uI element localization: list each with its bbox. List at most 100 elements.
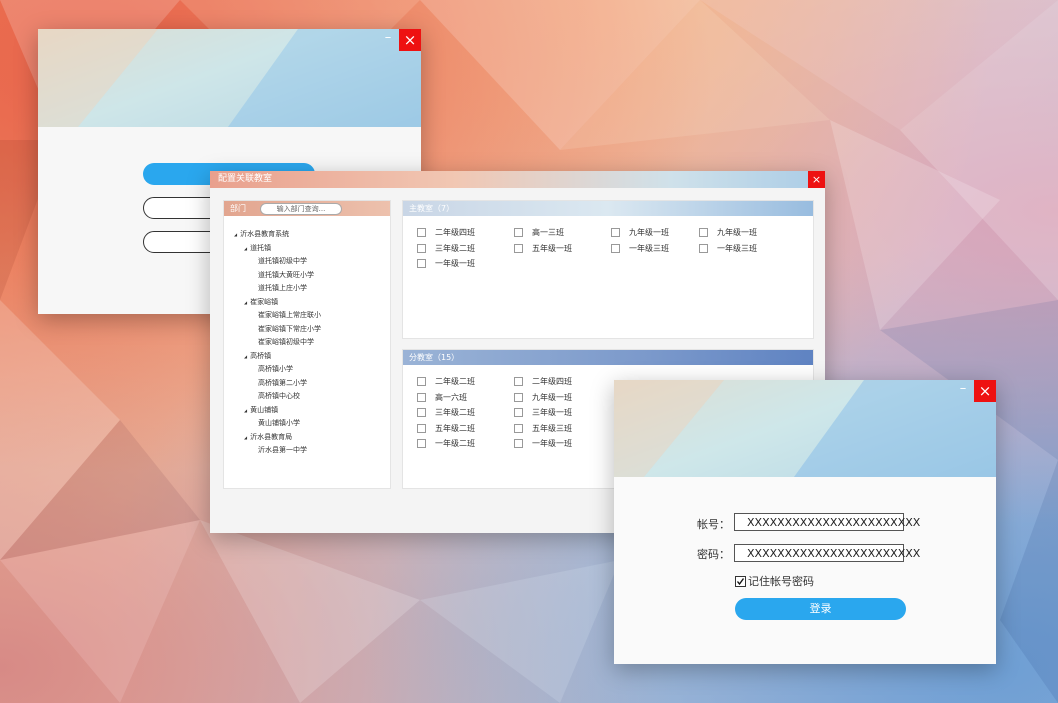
tree-item[interactable]: ◢ 沂水县教育局: [244, 432, 292, 442]
classroom-checkbox-item[interactable]: 三年级二班: [417, 407, 475, 418]
classroom-checkbox-item[interactable]: 高一六班: [417, 392, 467, 403]
tree-item[interactable]: ◢ 高桥镇: [244, 351, 271, 361]
checkbox-icon[interactable]: [514, 377, 523, 386]
classroom-label: 一年级二班: [435, 439, 475, 448]
classroom-checkbox-item[interactable]: 二年级四班: [417, 227, 475, 238]
checkbox-icon[interactable]: [514, 243, 523, 253]
classroom-checkbox-item[interactable]: 二年级四班: [514, 376, 572, 387]
tree-item-label: 崔家峪镇初级中学: [258, 338, 314, 346]
tree-item[interactable]: ◢ 崔家峪镇: [244, 297, 278, 307]
account-input[interactable]: XXXXXXXXXXXXXXXXXXXXXXX: [734, 513, 920, 531]
header-pattern: [614, 380, 996, 477]
checkbox-icon[interactable]: [611, 243, 620, 253]
classroom-label: 三年级一班: [532, 408, 572, 417]
checkbox-icon[interactable]: [514, 408, 523, 417]
tree-item-label: 崔家峪镇上常庄联小: [258, 311, 321, 319]
classroom-checkbox-item[interactable]: 九年级一班: [699, 227, 757, 238]
login-window: – × 帐号： XXXXXXXXXXXXXXXXXXXXXXX 密码： XXXX…: [614, 380, 996, 664]
checkbox-icon[interactable]: [417, 377, 426, 386]
tree-item[interactable]: 崔家峪镇下常庄小学: [258, 324, 321, 334]
classroom-label: 五年级三班: [532, 423, 572, 433]
classroom-checkbox-item[interactable]: 一年级一班: [514, 438, 572, 449]
tree-item[interactable]: 黄山铺镇小学: [258, 418, 300, 428]
caret-icon[interactable]: ◢: [244, 246, 247, 251]
classroom-label: 九年级一班: [532, 392, 572, 402]
classroom-checkbox-item[interactable]: 九年级一班: [514, 392, 572, 403]
classroom-label: 五年级一班: [532, 243, 572, 253]
tree-item[interactable]: ◢ 黄山铺镇: [244, 405, 278, 415]
classroom-checkbox-item[interactable]: 三年级二班: [417, 243, 475, 254]
account-label: 帐号：: [697, 518, 730, 531]
classroom-label: 二年级二班: [435, 377, 475, 386]
checkbox-icon[interactable]: [514, 228, 523, 237]
checkbox-icon[interactable]: [514, 392, 523, 402]
checkbox-icon[interactable]: [611, 228, 620, 237]
classroom-checkbox-item[interactable]: 三年级一班: [514, 407, 572, 418]
tree-item[interactable]: 高桥镇第二小学: [258, 378, 307, 388]
classroom-checkbox-item[interactable]: 九年级一班: [611, 227, 669, 238]
checkbox-icon[interactable]: [417, 392, 426, 402]
main-classroom-header: 主教室（7）: [403, 201, 813, 216]
tree-item[interactable]: 道托镇初级中学: [258, 256, 307, 266]
checkbox-icon[interactable]: [514, 439, 523, 448]
classroom-label: 一年级一班: [435, 259, 475, 268]
tree-item[interactable]: 崔家峪镇上常庄联小: [258, 310, 321, 320]
classroom-label: 二年级四班: [435, 228, 475, 237]
close-icon[interactable]: ×: [974, 380, 996, 402]
classroom-label: 一年级三班: [717, 243, 757, 253]
tree-item-label: 高桥镇: [250, 351, 272, 360]
classroom-label: 九年级一班: [717, 228, 757, 237]
checkbox-icon[interactable]: [417, 259, 426, 268]
department-search-input[interactable]: 输入部门查询...: [260, 203, 342, 215]
checkbox-icon[interactable]: [417, 423, 426, 433]
tree-item[interactable]: 崔家峪镇初级中学: [258, 337, 314, 347]
caret-icon[interactable]: ◢: [234, 232, 237, 237]
checkbox-icon[interactable]: [699, 243, 708, 253]
checkbox-icon[interactable]: [417, 439, 426, 448]
window-header-banner: [38, 29, 421, 127]
tree-item[interactable]: 沂水县第一中学: [258, 445, 307, 455]
close-icon[interactable]: ×: [399, 29, 421, 51]
classroom-checkbox-item[interactable]: 一年级三班: [611, 243, 669, 254]
caret-icon[interactable]: ◢: [244, 408, 247, 413]
password-input[interactable]: XXXXXXXXXXXXXXXXXXXXXXX: [734, 544, 920, 562]
tree-item[interactable]: ◢ 道托镇: [244, 243, 271, 253]
classroom-label: 高一三班: [532, 228, 564, 237]
checkbox-icon[interactable]: [417, 243, 426, 253]
classroom-checkbox-item[interactable]: 二年级二班: [417, 376, 475, 387]
remember-label: 记住帐号密码: [748, 575, 814, 588]
checkbox-icon[interactable]: [699, 228, 708, 237]
classroom-label: 一年级三班: [629, 243, 669, 253]
classroom-checkbox-item[interactable]: 五年级三班: [514, 423, 572, 434]
classroom-checkbox-item[interactable]: 一年级一班: [417, 258, 475, 269]
tree-item-label: 道托镇初级中学: [258, 257, 307, 265]
classroom-checkbox-item[interactable]: 五年级一班: [514, 243, 572, 254]
header-pattern: [38, 29, 421, 127]
tree-item[interactable]: 高桥镇中心校: [258, 391, 300, 401]
tree-item[interactable]: ◢ 沂水县教育系统: [234, 229, 289, 239]
password-label: 密码：: [697, 548, 730, 561]
minimize-icon[interactable]: –: [954, 380, 972, 402]
classroom-label: 九年级一班: [629, 228, 669, 237]
classroom-checkbox-item[interactable]: 高一三班: [514, 227, 564, 238]
classroom-checkbox-item[interactable]: 一年级二班: [417, 438, 475, 449]
tree-item[interactable]: 高桥镇小学: [258, 364, 293, 374]
checkbox-icon[interactable]: [417, 228, 426, 237]
close-icon[interactable]: ×: [808, 171, 825, 188]
classroom-label: 三年级二班: [435, 408, 475, 417]
minimize-icon[interactable]: –: [379, 29, 397, 51]
classroom-checkbox-item[interactable]: 一年级三班: [699, 243, 757, 254]
caret-icon[interactable]: ◢: [244, 354, 247, 359]
tree-item-label: 高桥镇第二小学: [258, 378, 307, 387]
tree-item[interactable]: 道托镇上庄小学: [258, 283, 307, 293]
remember-checkbox[interactable]: [735, 575, 746, 587]
classroom-checkbox-item[interactable]: 五年级二班: [417, 423, 475, 434]
login-button[interactable]: 登录: [735, 598, 906, 620]
tree-item[interactable]: 道托镇大黄旺小学: [258, 270, 314, 280]
caret-icon[interactable]: ◢: [244, 435, 247, 440]
tree-item-label: 崔家峪镇: [250, 297, 279, 306]
checkbox-icon[interactable]: [417, 408, 426, 417]
caret-icon[interactable]: ◢: [244, 300, 247, 305]
tree-item-label: 道托镇上庄小学: [258, 284, 307, 292]
checkbox-icon[interactable]: [514, 423, 523, 433]
